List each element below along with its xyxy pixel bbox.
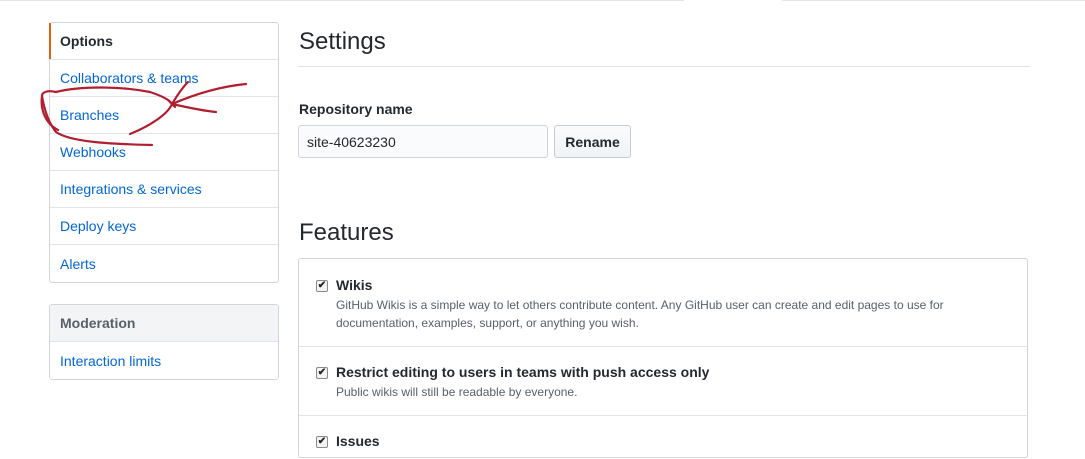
- checkbox-checked-icon[interactable]: ✔: [316, 436, 328, 448]
- feature-name: Issues: [336, 433, 380, 449]
- feature-name: Wikis: [336, 277, 373, 293]
- sidebar-item-options[interactable]: Options: [49, 23, 278, 60]
- sidebar-item-collaborators-teams[interactable]: Collaborators & teams: [50, 60, 278, 97]
- sidebar-item-label: Branches: [60, 107, 120, 123]
- features-list: ✔ Wikis GitHub Wikis is a simple way to …: [298, 258, 1028, 458]
- sidebar-item-integrations-services[interactable]: Integrations & services: [50, 171, 278, 208]
- checkbox-checked-icon[interactable]: ✔: [316, 367, 328, 379]
- repository-name-input[interactable]: [298, 125, 548, 158]
- moderation-menu: Moderation Interaction limits: [49, 304, 279, 380]
- page-title: Settings: [299, 28, 386, 55]
- rename-button[interactable]: Rename: [554, 125, 631, 158]
- sidebar-item-label: Integrations & services: [60, 181, 202, 197]
- feature-description: GitHub Wikis is a simple way to let othe…: [336, 298, 944, 330]
- checkbox-checked-icon[interactable]: ✔: [316, 280, 328, 292]
- feature-issues: ✔ Issues: [299, 415, 1027, 459]
- sidebar-item-alerts[interactable]: Alerts: [50, 245, 278, 282]
- sidebar-item-label: Webhooks: [60, 144, 126, 160]
- feature-wikis: ✔ Wikis GitHub Wikis is a simple way to …: [299, 259, 1027, 347]
- sidebar-item-label: Deploy keys: [60, 218, 137, 234]
- settings-menu: Options Collaborators & teams Branches W…: [49, 22, 279, 283]
- sidebar-item-label: Alerts: [60, 255, 96, 272]
- feature-description: Public wikis will still be readable by e…: [336, 385, 578, 399]
- sidebar-item-interaction-limits[interactable]: Interaction limits: [50, 342, 278, 379]
- feature-name: Restrict editing to users in teams with …: [336, 364, 710, 380]
- moderation-heading: Moderation: [50, 305, 278, 342]
- sidebar-item-deploy-keys[interactable]: Deploy keys: [50, 208, 278, 245]
- repository-name-label: Repository name: [299, 101, 413, 117]
- feature-restrict-editing: ✔ Restrict editing to users in teams wit…: [299, 346, 1027, 416]
- sidebar-item-branches[interactable]: Branches: [50, 97, 278, 134]
- sidebar-item-webhooks[interactable]: Webhooks: [50, 134, 278, 171]
- top-divider-left: [0, 0, 684, 1]
- features-title: Features: [299, 219, 394, 246]
- title-divider: [298, 66, 1030, 67]
- sidebar-item-label: Options: [60, 33, 113, 49]
- sidebar-item-label: Collaborators & teams: [60, 70, 199, 86]
- top-divider-right: [782, 0, 1085, 1]
- sidebar-item-label: Interaction limits: [60, 352, 162, 369]
